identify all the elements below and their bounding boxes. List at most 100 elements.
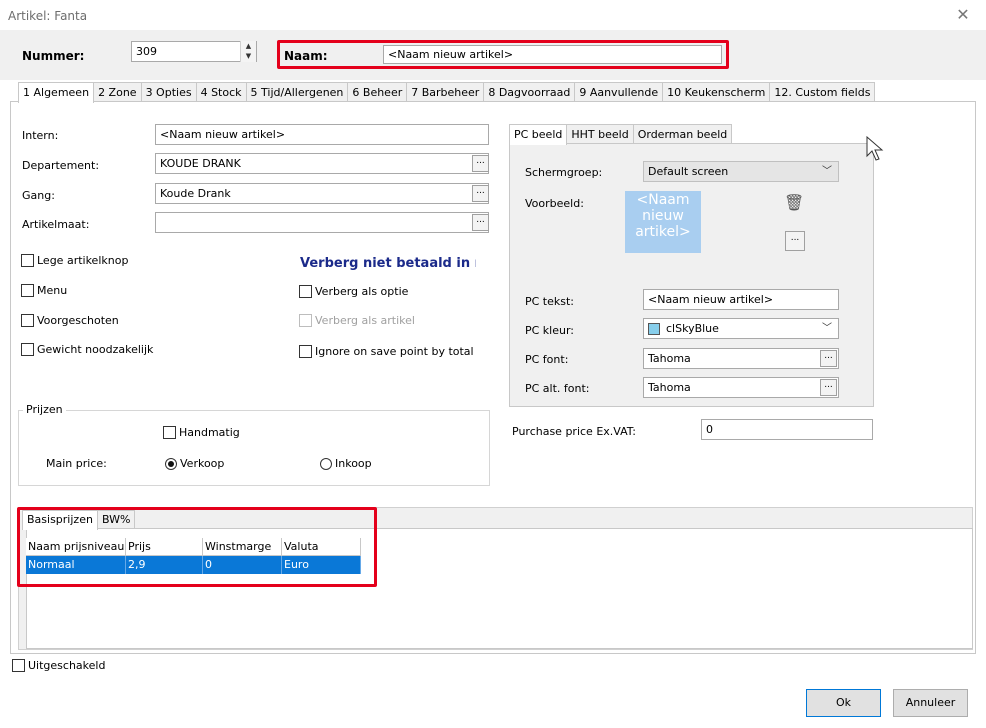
- radio-button[interactable]: [320, 457, 332, 470]
- tab-algemeen[interactable]: 1 Algemeen: [18, 82, 95, 103]
- pc-alt-font-input[interactable]: Tahoma: [643, 377, 839, 398]
- tab-aanvullende[interactable]: 9 Aanvullende: [574, 82, 664, 102]
- gang-input[interactable]: Koude Drank: [155, 183, 489, 204]
- tab-orderman-beeld[interactable]: Orderman beeld: [632, 124, 733, 144]
- nummer-spinner[interactable]: ▲ ▼: [240, 41, 256, 62]
- checkbox-label: Ignore on save point by total: [315, 345, 474, 358]
- main-price-label: Main price:: [46, 457, 107, 470]
- checkbox-label: Voorgeschoten: [37, 314, 119, 327]
- pc-font-label: PC font:: [525, 353, 569, 366]
- lege-artikelknop-checkbox[interactable]: Lege artikelknop: [21, 254, 128, 267]
- tab-custom-fields[interactable]: 12. Custom fields: [769, 82, 876, 102]
- prijzen-groupbox: [18, 410, 490, 486]
- ignore-save-checkbox[interactable]: Ignore on save point by total: [299, 345, 474, 358]
- ok-button[interactable]: Ok: [806, 689, 881, 717]
- tab-beheer[interactable]: 6 Beheer: [347, 82, 408, 102]
- color-swatch: [648, 323, 660, 335]
- verberg-optie-checkbox[interactable]: Verberg als optie: [299, 285, 408, 298]
- nummer-input[interactable]: 309: [131, 41, 257, 62]
- button-preview: <Naam nieuw artikel>: [625, 191, 701, 253]
- departement-input[interactable]: KOUDE DRANK: [155, 153, 489, 174]
- checkbox-label: Gewicht noodzakelijk: [37, 343, 154, 356]
- tab-basisprijzen[interactable]: Basisprijzen: [22, 510, 98, 530]
- verberg-artikel-checkbox: Verberg als artikel: [299, 314, 415, 327]
- tab-opties[interactable]: 3 Opties: [140, 82, 197, 102]
- select-value: Default screen: [648, 165, 729, 178]
- main-tabs: 1 Algemeen 2 Zone 3 Opties 4 Stock 5 Tij…: [18, 82, 876, 103]
- gang-label: Gang:: [22, 189, 55, 202]
- checkbox-label: Menu: [37, 284, 68, 297]
- tab-tijd-allergenen[interactable]: 5 Tijd/Allergenen: [245, 82, 349, 102]
- tab-dagvoorraad[interactable]: 8 Dagvoorraad: [483, 82, 576, 102]
- intern-label: Intern:: [22, 129, 59, 142]
- spin-down-icon[interactable]: ▼: [241, 51, 256, 61]
- pc-tekst-label: PC tekst:: [525, 295, 575, 308]
- tab-hht-beeld[interactable]: HHT beeld: [566, 124, 634, 144]
- checkbox-label: Handmatig: [179, 426, 240, 439]
- pc-kleur-select[interactable]: clSkyBlue ﹀: [643, 318, 839, 339]
- spin-up-icon[interactable]: ▲: [241, 41, 256, 51]
- pc-alt-font-label: PC alt. font:: [525, 382, 590, 395]
- tab-barbeheer[interactable]: 7 Barbeheer: [406, 82, 485, 102]
- voorgeschoten-checkbox[interactable]: Voorgeschoten: [21, 314, 119, 327]
- departement-browse-button[interactable]: ...: [472, 155, 489, 172]
- naam-label: Naam:: [284, 49, 328, 63]
- radio-label: Inkoop: [335, 457, 372, 470]
- verberg-heading: Verberg niet betaald in raj: [300, 256, 476, 271]
- voorbeeld-label: Voorbeeld:: [525, 197, 584, 210]
- artikelmaat-browse-button[interactable]: ...: [472, 214, 489, 231]
- artikelmaat-input[interactable]: [155, 212, 489, 233]
- nummer-label: Nummer:: [22, 49, 85, 63]
- tab-keukenscherm[interactable]: 10 Keukenscherm: [662, 82, 771, 102]
- naam-input[interactable]: <Naam nieuw artikel>: [383, 45, 722, 64]
- verkoop-radio[interactable]: Verkoop: [165, 457, 224, 470]
- prijzen-title: Prijzen: [23, 403, 66, 416]
- inkoop-radio[interactable]: Inkoop: [320, 457, 372, 470]
- pc-font-input[interactable]: Tahoma: [643, 348, 839, 369]
- preview-browse-button[interactable]: ...: [785, 231, 805, 251]
- annuleer-button[interactable]: Annuleer: [893, 689, 968, 717]
- checkbox-label: Uitgeschakeld: [28, 659, 106, 672]
- beeld-tabs: PC beeld HHT beeld Orderman beeld: [509, 124, 733, 145]
- radio-button[interactable]: [165, 457, 177, 470]
- schermgroep-select[interactable]: Default screen ﹀: [643, 161, 839, 182]
- intern-input[interactable]: <Naam nieuw artikel>: [155, 124, 489, 145]
- mouse-cursor-icon: [866, 136, 884, 161]
- uitgeschakeld-checkbox[interactable]: Uitgeschakeld: [12, 659, 105, 672]
- pc-kleur-label: PC kleur:: [525, 324, 575, 337]
- tab-pc-beeld[interactable]: PC beeld: [509, 124, 568, 145]
- checkbox-box[interactable]: [299, 345, 312, 358]
- chevron-down-icon: ﹀: [822, 323, 832, 334]
- handmatig-checkbox[interactable]: Handmatig: [163, 426, 240, 439]
- close-icon[interactable]: ✕: [954, 6, 972, 24]
- gewicht-checkbox[interactable]: Gewicht noodzakelijk: [21, 343, 153, 356]
- radio-label: Verkoop: [180, 457, 225, 470]
- checkbox-box: [299, 314, 312, 327]
- checkbox-label: Verberg als artikel: [315, 314, 415, 327]
- checkbox-box[interactable]: [21, 254, 34, 267]
- pc-font-browse-button[interactable]: ...: [820, 350, 837, 367]
- artikelmaat-label: Artikelmaat:: [22, 218, 90, 231]
- checkbox-box[interactable]: [163, 426, 176, 439]
- tab-zone[interactable]: 2 Zone: [93, 82, 142, 102]
- window-title: Artikel: Fanta: [8, 9, 88, 23]
- preview-line: <Naam: [636, 192, 690, 208]
- menu-checkbox[interactable]: Menu: [21, 284, 67, 297]
- checkbox-box[interactable]: [299, 285, 312, 298]
- gang-browse-button[interactable]: ...: [472, 185, 489, 202]
- tab-stock[interactable]: 4 Stock: [195, 82, 247, 102]
- purchase-price-input[interactable]: 0: [701, 419, 873, 440]
- checkbox-box[interactable]: [12, 659, 25, 672]
- preview-line: nieuw: [642, 208, 684, 224]
- checkbox-box[interactable]: [21, 284, 34, 297]
- pc-alt-font-browse-button[interactable]: ...: [820, 379, 837, 396]
- trash-icon[interactable]: 🗑: [784, 193, 804, 212]
- preview-line: artikel>: [635, 224, 691, 240]
- checkbox-box[interactable]: [21, 314, 34, 327]
- purchase-price-label: Purchase price Ex.VAT:: [512, 425, 636, 438]
- chevron-down-icon: ﹀: [822, 166, 832, 177]
- pc-tekst-input[interactable]: <Naam nieuw artikel>: [643, 289, 839, 310]
- departement-label: Departement:: [22, 159, 100, 172]
- checkbox-box[interactable]: [21, 343, 34, 356]
- schermgroep-label: Schermgroep:: [525, 166, 603, 179]
